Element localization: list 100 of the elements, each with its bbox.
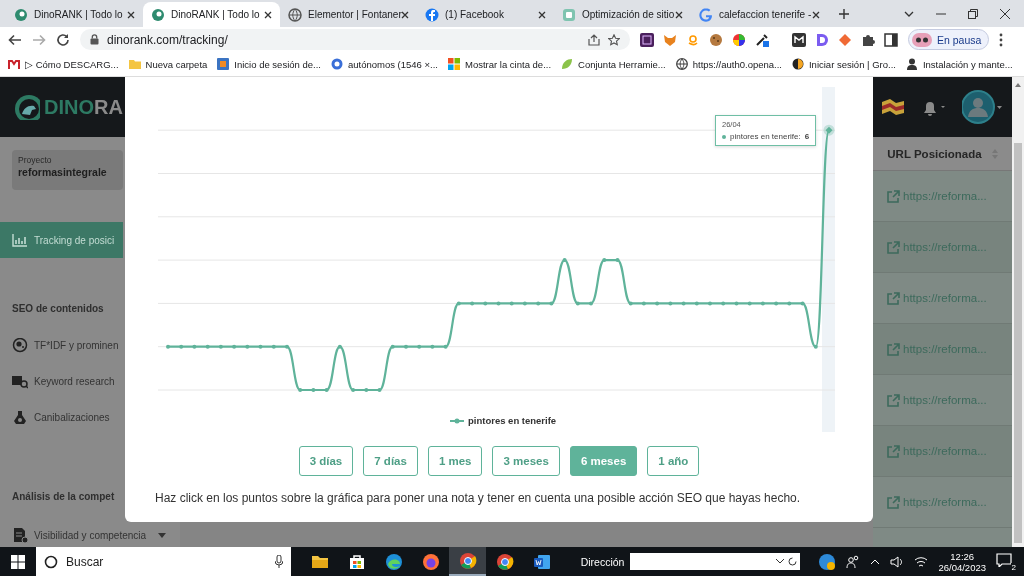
store-icon[interactable] bbox=[347, 552, 366, 571]
profile-button[interactable]: En pausa bbox=[908, 29, 990, 50]
external-link-icon bbox=[887, 444, 900, 458]
bookmark[interactable]: ▷ Cómo DESCARG... bbox=[8, 58, 119, 70]
restore-icon[interactable] bbox=[968, 8, 978, 19]
bookmark[interactable]: autónomos (1546 ×... bbox=[330, 58, 438, 70]
share-icon[interactable] bbox=[588, 33, 600, 46]
circle-icon bbox=[330, 58, 343, 70]
document-icon bbox=[12, 527, 28, 543]
microphone-icon bbox=[275, 555, 283, 568]
column-header[interactable]: URL Posicionada bbox=[873, 137, 1012, 171]
bookmark[interactable]: Instalación y mante... bbox=[905, 58, 1013, 70]
m-logo-icon bbox=[8, 58, 20, 70]
globe-icon bbox=[675, 58, 688, 70]
chart-legend[interactable]: pintores en tenerife bbox=[450, 415, 557, 426]
clock[interactable]: 12:26 26/04/2023 bbox=[938, 550, 986, 573]
close-icon[interactable] bbox=[675, 10, 683, 19]
chevron-down-icon bbox=[776, 559, 785, 564]
cookie-icon[interactable] bbox=[709, 32, 723, 47]
browser-tab[interactable]: Elementor | Fontaner bbox=[280, 2, 417, 27]
people-icon[interactable] bbox=[846, 554, 861, 569]
scroll-up-icon[interactable] bbox=[1015, 83, 1021, 87]
logo-text: DINORA bbox=[44, 95, 123, 119]
project-name: reformasintegrale bbox=[18, 166, 108, 178]
field-label: Proyecto bbox=[18, 155, 53, 165]
extension-icon[interactable] bbox=[792, 32, 806, 47]
hint-text: Haz click en los puntos sobre la gráfica para poner una nota y tener en cuenta una posible acción SEO que hayas hecho. bbox=[154, 491, 801, 505]
external-link-icon bbox=[887, 240, 900, 254]
facebook-icon bbox=[425, 7, 439, 22]
bookmark[interactable]: Iniciar sesión | Gro... bbox=[791, 58, 896, 70]
windows-logo-icon bbox=[448, 58, 460, 70]
avatar-icon bbox=[912, 32, 932, 47]
edge-icon[interactable] bbox=[384, 552, 403, 571]
word-icon[interactable] bbox=[532, 552, 551, 571]
extension-icon[interactable] bbox=[640, 32, 654, 47]
plus-icon[interactable] bbox=[838, 8, 850, 20]
section-heading: SEO de contenidos bbox=[11, 301, 105, 316]
chevron-up-icon[interactable] bbox=[870, 558, 881, 565]
dot-icon bbox=[722, 134, 726, 139]
external-link-icon bbox=[887, 189, 900, 203]
sidebar-item[interactable]: Keyword research bbox=[0, 363, 123, 399]
sidebar-item[interactable]: Tracking de posici bbox=[0, 222, 123, 258]
bookmark[interactable]: Conjunta Herramie... bbox=[561, 58, 666, 70]
flag-icon[interactable] bbox=[880, 98, 906, 116]
person-icon bbox=[905, 58, 918, 70]
globe-icon bbox=[151, 7, 165, 22]
flask-icon bbox=[12, 409, 28, 425]
notification-button[interactable]: 2 bbox=[996, 551, 1018, 572]
menu-icon[interactable] bbox=[999, 32, 1004, 47]
folder-icon bbox=[128, 58, 141, 70]
address-bar[interactable]: dinorank.com/tracking/ bbox=[80, 29, 630, 50]
external-link-icon bbox=[887, 495, 900, 509]
caret-down-icon[interactable] bbox=[158, 532, 167, 538]
star-icon[interactable] bbox=[608, 33, 620, 46]
target-icon bbox=[12, 337, 28, 353]
browser-tab[interactable]: (1) Facebook bbox=[417, 2, 554, 27]
search-field[interactable]: Buscar bbox=[36, 547, 291, 576]
reload-icon[interactable] bbox=[56, 32, 70, 47]
puzzle-icon[interactable] bbox=[861, 32, 875, 47]
wifi-icon[interactable] bbox=[914, 555, 929, 568]
close-icon[interactable] bbox=[264, 10, 272, 19]
close-icon[interactable] bbox=[1000, 8, 1010, 19]
sidebar-item[interactable]: TF*IDF y prominen bbox=[0, 327, 123, 363]
reload-icon bbox=[788, 557, 798, 566]
bookmark[interactable]: Inicio de sesión de... bbox=[217, 58, 321, 70]
bar-chart-icon bbox=[12, 232, 28, 248]
project-selector[interactable]: Proyecto reformasintegrale bbox=[12, 150, 123, 190]
scrollbar[interactable] bbox=[1012, 77, 1024, 547]
chrome-icon[interactable] bbox=[495, 552, 514, 571]
sidebar-item[interactable]: Visibilidad y competencia bbox=[0, 523, 180, 547]
firefox-icon[interactable] bbox=[421, 552, 440, 571]
keyword-search-icon bbox=[12, 373, 28, 389]
eyedropper-icon[interactable] bbox=[755, 32, 769, 47]
browser-tab[interactable]: Optimización de sitio bbox=[554, 2, 691, 27]
browser-tab[interactable]: DinoRANK | Todo lo bbox=[143, 2, 280, 27]
color-wheel-icon[interactable] bbox=[732, 32, 746, 47]
field-label: Dirección bbox=[580, 555, 625, 568]
legend-marker-icon bbox=[450, 417, 464, 424]
close-icon[interactable] bbox=[812, 10, 820, 19]
close-icon[interactable] bbox=[401, 10, 409, 19]
sidebar-item[interactable]: Canibalizaciones bbox=[0, 399, 123, 435]
fox-icon[interactable] bbox=[663, 32, 677, 47]
browser-tab[interactable]: DinoRANK | Todo lo bbox=[6, 2, 143, 27]
close-icon[interactable] bbox=[538, 10, 546, 19]
browser-tab[interactable]: calefaccion tenerife - bbox=[691, 2, 828, 27]
user-avatar-icon[interactable] bbox=[962, 90, 1002, 124]
bookmark[interactable]: https://auth0.opena... bbox=[675, 58, 782, 70]
globe-icon bbox=[288, 7, 302, 22]
square-icon bbox=[562, 7, 576, 22]
google-icon bbox=[699, 7, 713, 22]
chrome-icon[interactable] bbox=[458, 551, 477, 570]
speaker-icon[interactable] bbox=[890, 555, 905, 568]
back-icon[interactable] bbox=[8, 32, 22, 47]
address-field[interactable] bbox=[630, 553, 801, 570]
sidebar-icon[interactable] bbox=[884, 32, 898, 47]
bookmark[interactable]: Mostrar la cinta de... bbox=[448, 58, 552, 70]
lock-icon bbox=[90, 34, 99, 45]
bookmark[interactable]: Nueva carpeta bbox=[128, 58, 208, 70]
close-icon[interactable] bbox=[127, 10, 135, 19]
windows-start-icon[interactable] bbox=[11, 554, 25, 569]
